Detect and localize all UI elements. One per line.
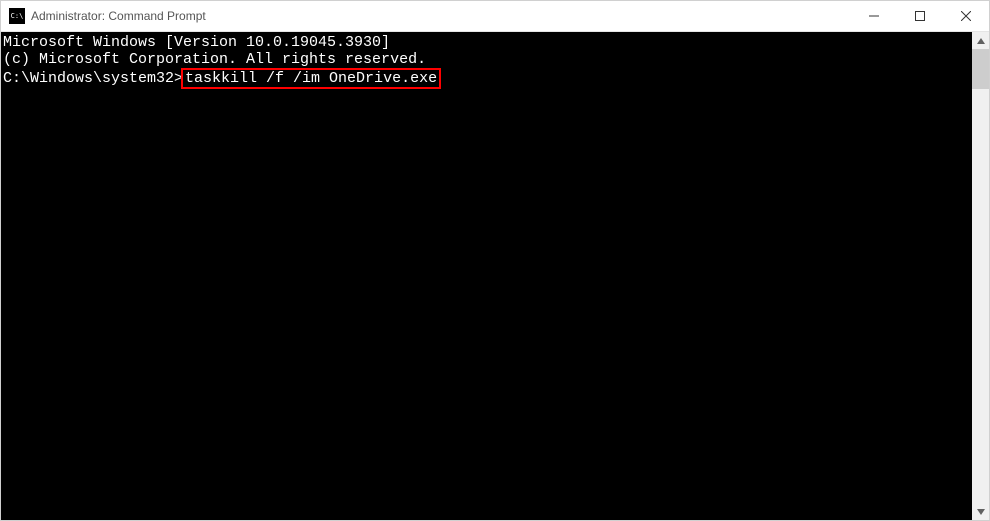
cmd-icon	[9, 8, 25, 24]
terminal-line-copyright: (c) Microsoft Corporation. All rights re…	[3, 51, 972, 68]
command-highlight: taskkill /f /im OneDrive.exe	[181, 68, 441, 89]
maximize-button[interactable]	[897, 1, 943, 31]
terminal-command-text: taskkill /f /im OneDrive.exe	[185, 70, 437, 87]
terminal[interactable]: Microsoft Windows [Version 10.0.19045.39…	[1, 32, 972, 520]
terminal-line-version: Microsoft Windows [Version 10.0.19045.39…	[3, 34, 972, 51]
scroll-down-arrow[interactable]	[972, 503, 989, 520]
window-controls	[851, 1, 989, 31]
terminal-line-command: C:\Windows\system32>taskkill /f /im OneD…	[3, 68, 972, 89]
vertical-scrollbar[interactable]	[972, 32, 989, 520]
terminal-area: Microsoft Windows [Version 10.0.19045.39…	[1, 32, 989, 520]
scroll-thumb[interactable]	[972, 49, 989, 89]
close-button[interactable]	[943, 1, 989, 31]
titlebar[interactable]: Administrator: Command Prompt	[1, 1, 989, 32]
scroll-up-arrow[interactable]	[972, 32, 989, 49]
terminal-prompt: C:\Windows\system32>	[3, 70, 183, 87]
minimize-button[interactable]	[851, 1, 897, 31]
window-title: Administrator: Command Prompt	[31, 9, 851, 23]
